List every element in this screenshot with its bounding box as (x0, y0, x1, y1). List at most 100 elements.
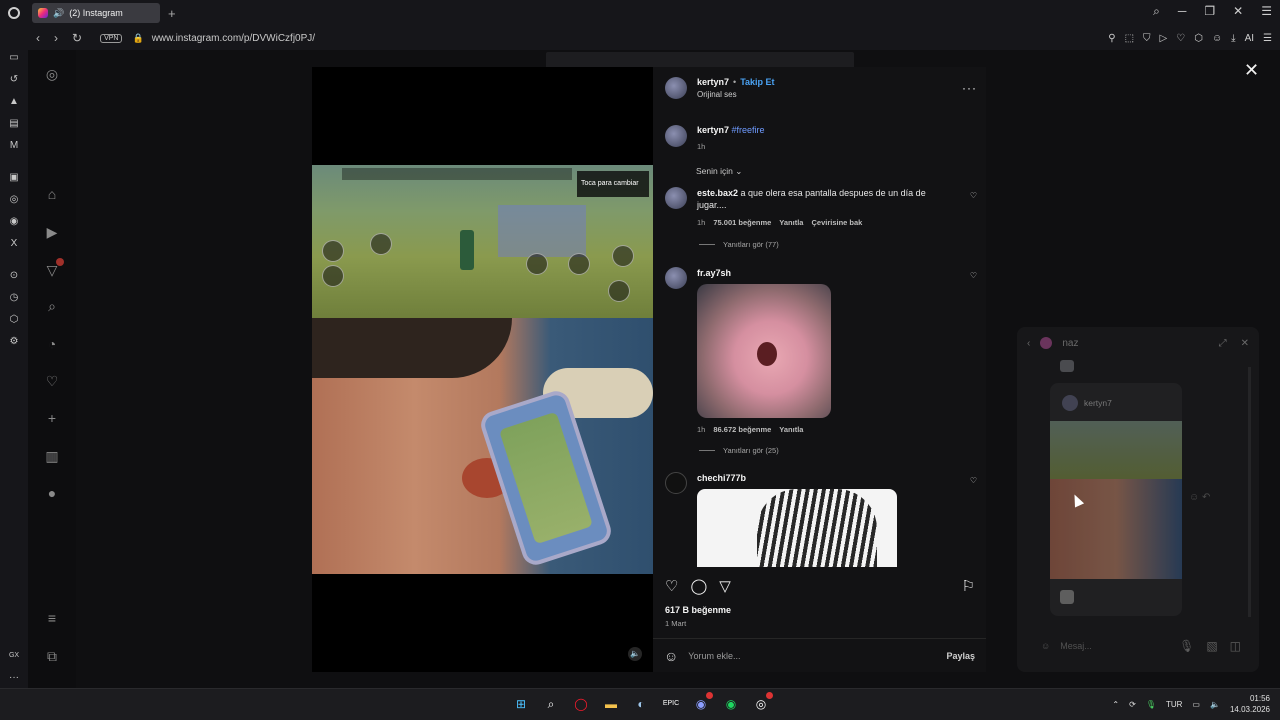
reply-button[interactable]: Yanıtla (779, 218, 803, 227)
cube-icon[interactable]: ⬡ (8, 314, 20, 326)
comment-username[interactable]: este.bax2 (697, 188, 738, 198)
profile-icon[interactable]: ☺ (1212, 33, 1222, 44)
gx-control-icon[interactable]: ▲ (8, 96, 20, 108)
comment-username[interactable]: chechi777b (697, 473, 746, 483)
caption-username[interactable]: kertyn7 (697, 125, 729, 135)
likes-count[interactable]: 617 B beğenme (665, 605, 731, 615)
file-explorer-icon[interactable]: ▬ (602, 695, 620, 713)
tab-instagram[interactable]: 🔊 (2) Instagram (32, 3, 160, 23)
hashtag-link[interactable]: #freefire (732, 125, 765, 135)
close-window-button[interactable]: ✕ (1233, 4, 1243, 19)
view-replies-button[interactable]: Yanıtları gör (77) (699, 240, 779, 249)
play-icon[interactable]: ▷ (1160, 33, 1168, 44)
x-icon[interactable]: X (8, 238, 20, 250)
discord-icon[interactable]: ◉ (692, 692, 713, 713)
view-replies-button[interactable]: Yanıtları gör (25) (699, 446, 779, 455)
comment-username[interactable]: fr.ay7sh (697, 268, 731, 278)
comment-likes[interactable]: 86.672 beğenme (713, 425, 771, 434)
more-menu-icon[interactable]: ≡ (44, 610, 60, 626)
react-icon[interactable]: ☺ ↶ (1189, 492, 1210, 503)
image-icon[interactable]: ▧ (1206, 639, 1217, 653)
volume-icon[interactable]: 🔈 (628, 647, 642, 661)
spotify-icon[interactable]: ◉ (722, 695, 740, 713)
sticker-icon[interactable]: ◫ (1230, 639, 1241, 653)
search-icon[interactable]: ⌕ (542, 695, 560, 713)
language-indicator[interactable]: TUR (1166, 700, 1182, 709)
avatar[interactable] (665, 125, 687, 147)
sort-dropdown[interactable]: Senin için ⌄ (696, 166, 742, 177)
message-input[interactable]: Mesaj... (1060, 641, 1092, 651)
instagram-logo-icon[interactable]: ◎ (44, 66, 60, 82)
twitch-icon[interactable]: ▣ (8, 172, 20, 184)
avatar[interactable] (665, 267, 687, 289)
speaker-icon[interactable]: 🔊 (53, 8, 64, 19)
create-icon[interactable]: + (44, 410, 60, 426)
avatar[interactable] (665, 77, 687, 99)
search-icon[interactable]: ⌕ (44, 298, 60, 314)
more-options-icon[interactable]: ··· (962, 81, 977, 95)
comment-input[interactable]: Yorum ekle... (688, 651, 936, 661)
like-comment-heart-icon[interactable]: ♡ (970, 476, 977, 485)
share-send-icon[interactable]: ▽ (719, 577, 731, 595)
shield-icon[interactable]: ⛉ (1143, 33, 1151, 44)
meta-apps-icon[interactable]: ⧉ (44, 648, 60, 664)
reels-icon[interactable]: ▶ (44, 224, 60, 240)
author-username[interactable]: kertyn7 (697, 77, 729, 87)
avatar[interactable] (665, 187, 687, 209)
sync-icon[interactable]: ⟳ (1129, 700, 1136, 709)
heart-icon[interactable]: ♡ (1176, 33, 1185, 44)
dashboard-icon[interactable]: ▥ (44, 448, 60, 464)
messenger-icon[interactable]: ▭ (8, 52, 20, 64)
dm-contact-name[interactable]: naz (1062, 338, 1078, 349)
audio-label[interactable]: Orijinal ses (697, 90, 775, 99)
comment-gif[interactable] (697, 284, 831, 418)
new-tab-button[interactable]: + (168, 6, 176, 21)
extensions-icon[interactable]: ⬡ (1194, 33, 1203, 44)
lock-icon[interactable]: 🔒 (132, 33, 143, 44)
restore-button[interactable]: ❐ (1204, 4, 1215, 19)
whatsapp-icon[interactable]: ◎ (8, 194, 20, 206)
chevron-up-icon[interactable]: ⌃ (1112, 700, 1119, 709)
reply-button[interactable]: Yanıtla (779, 425, 803, 434)
opera-logo-icon[interactable] (8, 7, 20, 19)
volume-icon[interactable]: 🔈 (1210, 700, 1220, 709)
steam-icon[interactable]: ◐ (632, 695, 650, 713)
sidebar-more-icon[interactable]: ··· (8, 672, 20, 684)
forward-icon[interactable]: › (54, 31, 58, 45)
comment-likes[interactable]: 75.001 beğenme (713, 218, 771, 227)
app-icon[interactable]: ◎ (752, 692, 773, 713)
notes-icon[interactable]: ▤ (8, 118, 20, 130)
m-icon[interactable]: M (8, 140, 20, 152)
shared-post-message[interactable]: kertyn7 (1050, 383, 1182, 616)
like-comment-heart-icon[interactable]: ♡ (970, 271, 977, 280)
opera-gx-icon[interactable]: ◯ (572, 695, 590, 713)
comment-bubble-icon[interactable]: ◯ (690, 577, 707, 595)
avatar[interactable] (1040, 337, 1053, 349)
comment-gif[interactable] (697, 489, 897, 567)
close-icon[interactable]: ✕ (1241, 338, 1249, 349)
follow-button[interactable]: Takip Et (740, 77, 774, 87)
emoji-icon[interactable]: ☺ (1041, 641, 1050, 651)
menu-icon[interactable]: ☰ (1261, 4, 1272, 19)
profile-avatar-icon[interactable]: ● (44, 485, 60, 501)
pin-icon[interactable]: ⚲ (1108, 33, 1115, 44)
emoji-icon[interactable]: ☺ (664, 648, 678, 664)
windows-start-icon[interactable]: ⊞ (512, 695, 530, 713)
snapshot-icon[interactable]: ⬚ (1125, 33, 1134, 44)
close-modal-button[interactable]: ✕ (1244, 60, 1259, 81)
translate-button[interactable]: Çevirisine bak (811, 218, 862, 227)
epic-games-icon[interactable]: EPIC (662, 695, 680, 713)
ai-button[interactable]: AI (1245, 33, 1254, 44)
explore-icon[interactable]: ◔ (44, 336, 60, 352)
microphone-icon[interactable]: 🎙 (1179, 639, 1194, 653)
expand-icon[interactable]: ⤢ (1219, 338, 1227, 349)
home-icon[interactable]: ⌂ (44, 186, 60, 202)
clock[interactable]: 01:56 14.03.2026 (1230, 693, 1270, 715)
post-video[interactable]: Toca para cambiar 🔈 (312, 67, 653, 672)
history-icon[interactable]: ↺ (8, 74, 20, 86)
clock-icon[interactable]: ◷ (8, 292, 20, 304)
microphone-icon[interactable]: 🎙 (1146, 700, 1156, 709)
bookmark-icon[interactable]: ⚐ (962, 577, 975, 595)
avatar[interactable] (665, 472, 687, 494)
dm-scrollbar[interactable] (1248, 367, 1251, 617)
